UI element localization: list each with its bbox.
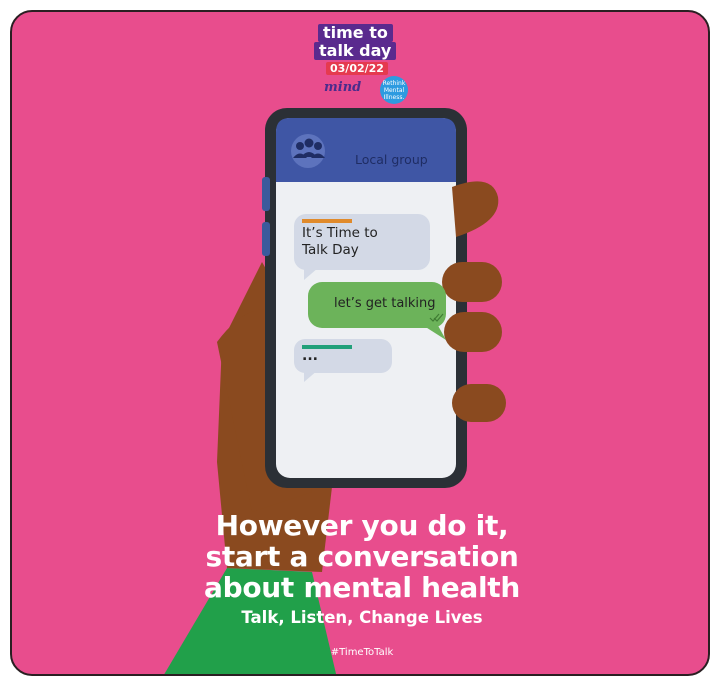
- headline-line-1: However you do it,: [215, 509, 509, 542]
- finger-4: [452, 384, 506, 422]
- hashtag: #TimeToTalk: [330, 647, 394, 658]
- message-3-typing: ...: [302, 348, 318, 364]
- tagline: Talk, Listen, Change Lives: [241, 608, 483, 627]
- message-1-line-2: Talk Day: [302, 242, 359, 258]
- phone-side-button-2: [262, 222, 270, 256]
- message-1-line-1: It’s Time to: [302, 225, 378, 241]
- message-2: let’s get talking: [334, 296, 436, 311]
- finger-3: [444, 312, 502, 352]
- poster-card: time to talk day 03/02/22 mind Rethink M…: [10, 10, 710, 676]
- finger-2: [442, 262, 502, 302]
- phone-side-button-1: [262, 177, 270, 211]
- rethink-logo: Rethink Mental Illness.: [380, 76, 408, 104]
- message-1: It’s Time to Talk Day: [302, 225, 378, 259]
- headline-line-3: about mental health: [204, 571, 520, 604]
- headline-line-2: start a conversation: [205, 540, 519, 573]
- mind-logo: mind: [324, 80, 362, 95]
- logo-date: 03/02/22: [326, 62, 388, 75]
- bubble-accent-orange: [302, 219, 352, 223]
- logo-line-1: time to: [318, 24, 393, 42]
- logo-line-2: talk day: [314, 42, 397, 60]
- headline: However you do it, start a conversation …: [12, 509, 708, 604]
- finger-1: [452, 181, 499, 237]
- time-to-talk-day-logo: time to talk day 03/02/22 mind Rethink M…: [314, 24, 422, 116]
- chat-group-name: Local group: [355, 152, 428, 167]
